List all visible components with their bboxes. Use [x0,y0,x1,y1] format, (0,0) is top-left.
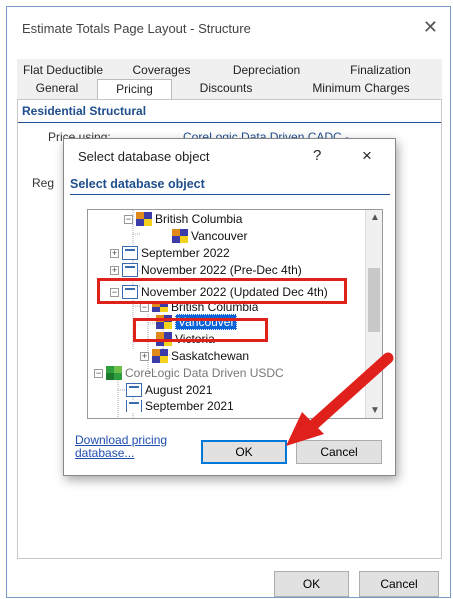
city-flag-icon [156,332,172,346]
database-icon [126,400,142,412]
expand-icon[interactable]: + [140,351,149,361]
section-title: Residential Structural [22,104,147,118]
expand-icon[interactable]: + [110,265,119,275]
tree-node[interactable]: Victoria [156,331,215,347]
cancel-button[interactable]: Cancel [359,571,439,597]
database-icon [122,285,138,299]
tab-strip: Flat Deductible Coverages Depreciation F… [17,59,442,99]
tree-node[interactable]: − November 2022 (Updated Dec 4th) [110,284,328,300]
tab-depreciation[interactable]: Depreciation [214,61,319,81]
dialog-close-icon[interactable]: × [362,146,372,166]
tab-pricing[interactable]: Pricing [97,79,172,99]
tab-coverages[interactable]: Coverages [109,61,214,81]
database-icon [126,383,142,397]
tree-node[interactable]: + Saskatchewan [140,348,249,364]
tab-discounts[interactable]: Discounts [172,79,280,99]
database-icon [122,263,138,277]
reg-label: Reg [32,176,55,190]
gem-icon [106,366,122,380]
window-title: Estimate Totals Page Layout - Structure [22,21,251,36]
tree-node[interactable]: + September 2022 [110,245,230,261]
pointer-arrow [286,352,394,446]
city-flag-icon [156,315,172,329]
tab-general[interactable]: General [17,79,97,99]
scroll-thumb[interactable] [368,268,380,332]
database-icon [122,246,138,260]
dialog-divider [70,194,390,195]
ok-button[interactable]: OK [274,571,349,597]
download-pricing-link[interactable]: Download pricing database... [75,434,195,460]
window-titlebar: Estimate Totals Page Layout - Structure … [7,7,450,51]
expand-icon[interactable]: + [110,248,119,258]
tree-node[interactable]: − CoreLogic Data Driven USDC [94,365,284,381]
province-flag-icon [136,212,152,226]
collapse-icon[interactable]: − [94,368,103,378]
tree-node[interactable]: August 2021 [126,382,212,398]
close-icon[interactable]: ✕ [423,17,438,38]
tree-node[interactable]: + November 2022 (Pre-Dec 4th) [110,262,302,278]
province-flag-icon [152,349,168,363]
tree-node-selected[interactable]: Vancouver [156,314,238,330]
city-flag-icon [172,229,188,243]
tree-node[interactable]: September 2021 [126,400,234,412]
collapse-icon[interactable]: − [110,287,119,297]
dialog-title: Select database object [78,149,210,164]
tab-finalization[interactable]: Finalization [319,61,442,81]
tab-row-1: Flat Deductible Coverages Depreciation F… [17,61,442,81]
tree-node[interactable]: − British Columbia [124,211,242,227]
tree-node[interactable]: − British Columbia [140,302,258,312]
dialog-ok-button[interactable]: OK [201,440,287,464]
collapse-icon[interactable]: − [140,302,149,312]
province-flag-icon [152,302,168,312]
dialog-subtitle: Select database object [70,177,205,191]
tab-row-2: General Pricing Discounts Minimum Charge… [17,79,442,99]
help-icon[interactable]: ? [313,147,321,164]
scroll-up-icon[interactable]: ▲ [370,212,380,223]
tab-flat-deductible[interactable]: Flat Deductible [17,61,109,81]
collapse-icon[interactable]: − [124,214,133,224]
section-divider [18,122,441,123]
tree-node[interactable]: Vancouver [172,228,247,244]
tab-minimum-charges[interactable]: Minimum Charges [280,79,442,99]
